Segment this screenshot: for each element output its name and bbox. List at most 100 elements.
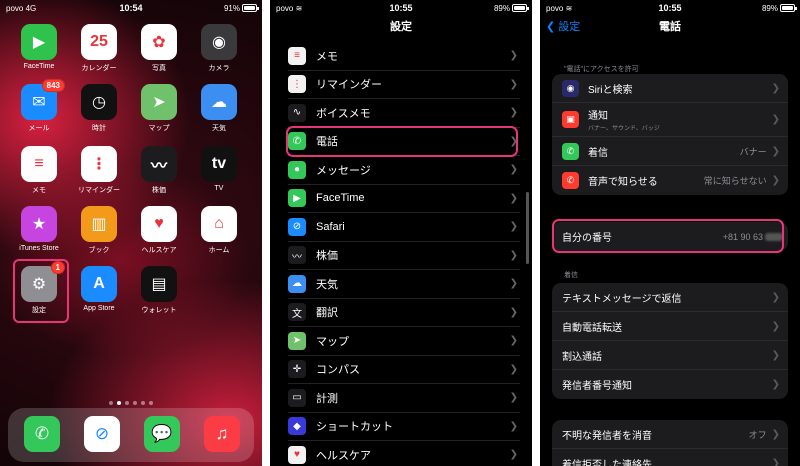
row-title: 着信 xyxy=(588,147,608,159)
app-mail[interactable]: ✉ 843 メール xyxy=(11,79,67,133)
chevron-right-icon: ❯ xyxy=(771,379,780,390)
access-row-label: 音声で知らせる xyxy=(588,173,704,188)
app-wallet[interactable]: ▤ ウォレット xyxy=(131,266,187,315)
calls-row[interactable]: 発信者番号通知 ❯ xyxy=(552,370,788,399)
app-stocks[interactable]: 〰株価 xyxy=(131,146,187,195)
settings-row-label: コンパス xyxy=(316,364,360,377)
dock-phone[interactable]: ✆ xyxy=(14,416,70,452)
settings-screen: povo ≋ 10:55 89% 設定 ≡ メモ ❯ ⋮ リマインダー ❯ ∿ ボイスメモ ❯ ✆… xyxy=(270,0,532,466)
battery-percent: 91% xyxy=(223,4,240,13)
weather-icon: ☁ xyxy=(288,274,306,293)
chevron-right-icon: ❯ xyxy=(509,306,518,318)
app-weather[interactable]: ☁ 天気 xyxy=(191,84,247,133)
settings-row-label: 天気 xyxy=(316,278,338,291)
settings-row-label: 計測 xyxy=(316,392,338,405)
app-calendar[interactable]: 25 カレンダー xyxy=(71,24,127,73)
tv-icon: tv xyxy=(201,146,237,182)
reminders-icon: ⋮ xyxy=(81,146,117,182)
mail-icon: ✉ 843 xyxy=(21,79,65,120)
compass-icon: ✛ xyxy=(288,360,306,379)
settings-row-translate[interactable]: 文翻訳 ❯ xyxy=(288,299,520,327)
access-row-notifications[interactable]: ▣ 通知 バナー、サウンド、バッジ ❯ xyxy=(552,103,788,137)
row-value: オフ xyxy=(748,429,767,440)
calls-row[interactable]: 割込通話 ❯ xyxy=(552,341,788,370)
app-maps[interactable]: ➤ マップ xyxy=(131,84,187,133)
messages-icon: 💬 xyxy=(144,416,180,452)
settings-row-shortcuts[interactable]: ◆ ショートカット ❯ xyxy=(288,413,520,441)
dock-safari[interactable]: ⊘ xyxy=(74,416,130,452)
app-home[interactable]: ⌂ ホーム xyxy=(191,206,247,255)
settings-list: ≡ メモ ❯ ⋮ リマインダー ❯ ∿ ボイスメモ ❯ ✆ 電話 ❯ ● メッセージ ❯ ▶ FaceTime ❯… xyxy=(288,42,520,466)
settings-row-measure[interactable]: ▭ 計測 ❯ xyxy=(288,384,520,413)
chevron-right-icon: ❯ xyxy=(509,420,518,432)
silence-row[interactable]: 着信拒否した連絡先 ❯ xyxy=(552,449,788,466)
app-label: 写真 xyxy=(152,65,166,72)
calls-row[interactable]: 自動電話転送 ❯ xyxy=(552,312,788,341)
chevron-right-icon: ❯ xyxy=(509,50,518,62)
settings-row-health[interactable]: ♥ ヘルスケア ❯ xyxy=(288,441,520,466)
announce-calls-icon: ✆ xyxy=(562,172,579,189)
battery-icon xyxy=(512,4,529,12)
chevron-right-icon: ❯ xyxy=(509,249,518,261)
settings-row-label: ボイスメモ xyxy=(316,107,371,120)
settings-row-safari[interactable]: ⊘ Safari ❯ xyxy=(288,213,520,242)
settings-row-messages[interactable]: ● メッセージ ❯ xyxy=(288,156,520,185)
settings-highlight xyxy=(13,259,69,323)
access-row-announce-calls[interactable]: ✆ 音声で知らせる 常に知らせない ❯ xyxy=(552,166,788,195)
settings-row-stocks[interactable]: 〰株価 ❯ xyxy=(288,242,520,270)
app-label: App Store xyxy=(83,305,115,312)
settings-row-facetime[interactable]: ▶ FaceTime ❯ xyxy=(288,185,520,213)
app-tv[interactable]: tv TV xyxy=(191,146,247,192)
dock-messages[interactable]: 💬 xyxy=(134,416,190,452)
settings-row-label: ヘルスケア xyxy=(316,449,371,462)
chevron-right-icon: ❯ xyxy=(771,175,780,186)
settings-row-weather[interactable]: ☁ 天気 ❯ xyxy=(288,270,520,299)
chevron-right-icon: ❯ xyxy=(509,107,518,119)
silence-row[interactable]: 不明な発信者を消音 オフ ❯ xyxy=(552,420,788,449)
app-label: リマインダー xyxy=(78,187,120,194)
chevron-right-icon: ❯ xyxy=(771,458,780,466)
calls-row[interactable]: テキストメッセージで返信 ❯ xyxy=(552,283,788,312)
clock-icon: ◷ xyxy=(81,84,117,120)
notes-icon: ≡ xyxy=(288,46,306,65)
scrollbar[interactable] xyxy=(526,192,529,264)
dock-music[interactable]: ♫ xyxy=(194,416,250,452)
settings-row-label: ショートカット xyxy=(316,421,393,434)
app-photos[interactable]: ✿ 写真 xyxy=(131,24,187,73)
app-app-store[interactable]: A App Store xyxy=(71,266,127,312)
settings-row-reminders[interactable]: ⋮ リマインダー ❯ xyxy=(288,71,520,99)
app-label: カレンダー xyxy=(81,65,117,72)
settings-row-notes[interactable]: ≡ メモ ❯ xyxy=(288,42,520,71)
photos-icon: ✿ xyxy=(141,24,177,60)
app-camera[interactable]: ◉ カメラ xyxy=(191,24,247,73)
silence-group: 不明な発信者を消音 オフ ❯ 着信拒否した連絡先 ❯ xyxy=(552,420,788,466)
chevron-right-icon: ❯ xyxy=(771,320,780,332)
access-row-siri[interactable]: ◉ Siriと検索 ❯ xyxy=(552,74,788,103)
app-books[interactable]: ▥ ブック xyxy=(71,206,127,255)
settings-row-voice-memos[interactable]: ∿ ボイスメモ ❯ xyxy=(288,99,520,128)
app-reminders[interactable]: ⋮ リマインダー xyxy=(71,146,127,195)
app-label: マップ xyxy=(148,125,170,132)
notification-badge: 843 xyxy=(41,79,65,92)
voice-memos-icon: ∿ xyxy=(288,103,306,122)
app-clock[interactable]: ◷ 時計 xyxy=(71,84,127,133)
chevron-right-icon: ❯ xyxy=(771,291,780,303)
settings-row-maps[interactable]: ➤ マップ ❯ xyxy=(288,327,520,356)
row-value: バナー xyxy=(739,146,767,157)
app-itunes-store[interactable]: ★ iTunes Store xyxy=(11,206,67,252)
silence-row-label: 着信拒否した連絡先 xyxy=(562,460,652,466)
notes-icon: ≡ xyxy=(21,146,57,182)
calls-row-label: 割込通話 xyxy=(562,351,602,363)
my-number-highlight xyxy=(552,219,784,253)
chevron-right-icon: ❯ xyxy=(509,449,518,461)
access-row-incoming-call[interactable]: ✆ 着信 バナー ❯ xyxy=(552,137,788,166)
app-notes[interactable]: ≡ メモ xyxy=(11,146,67,195)
app-health[interactable]: ♥ ヘルスケア xyxy=(131,206,187,255)
battery-icon xyxy=(242,4,259,12)
chevron-right-icon: ❯ xyxy=(509,363,518,375)
app-facetime[interactable]: ▶ FaceTime xyxy=(11,24,67,70)
settings-row-compass[interactable]: ✛ コンパス ❯ xyxy=(288,356,520,384)
siri-icon: ◉ xyxy=(562,79,579,97)
app-label: FaceTime xyxy=(23,63,55,70)
calls-group: テキストメッセージで返信 ❯ 自動電話転送 ❯ 割込通話 ❯ 発信者番号通知 ❯ xyxy=(552,283,788,399)
